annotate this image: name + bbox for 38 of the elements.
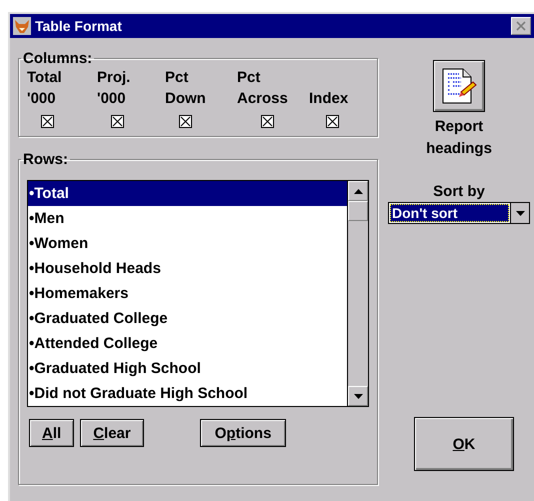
column-label: Total '000 bbox=[27, 68, 62, 109]
list-item[interactable]: •Men bbox=[28, 206, 347, 231]
push-button[interactable]: All bbox=[29, 419, 74, 447]
scrollbar[interactable] bbox=[347, 181, 368, 406]
group-label: Rows: bbox=[22, 151, 69, 168]
list-item[interactable]: •Household Heads bbox=[28, 256, 347, 281]
dropdown-arrow-icon bbox=[516, 210, 524, 216]
sort-label: Sort by bbox=[433, 182, 485, 202]
list-item[interactable]: •Homemakers bbox=[28, 281, 347, 306]
report-headings-button[interactable] bbox=[433, 60, 485, 112]
close-icon bbox=[516, 21, 526, 31]
list-item[interactable]: •Total bbox=[28, 181, 347, 206]
column-label: Index bbox=[309, 89, 348, 109]
ok-button[interactable]: OK bbox=[414, 417, 514, 471]
checkbox[interactable] bbox=[41, 115, 54, 128]
list-item[interactable]: •Women bbox=[28, 231, 347, 256]
up-arrow-icon bbox=[354, 188, 362, 194]
window-title: Table Format bbox=[35, 18, 123, 34]
checkbox[interactable] bbox=[261, 115, 274, 128]
column-label: Proj. '000 bbox=[97, 68, 130, 109]
list-item[interactable]: •Attended College bbox=[28, 331, 347, 356]
list-item[interactable]: •Graduated College bbox=[28, 306, 347, 331]
scroll-thumb[interactable] bbox=[348, 201, 368, 221]
sort-dropdown[interactable]: Don't sort bbox=[388, 202, 530, 224]
list-item[interactable]: •Did not Graduate High School bbox=[28, 381, 347, 406]
column-label: Pct Across bbox=[237, 68, 288, 109]
checkbox[interactable] bbox=[326, 115, 339, 128]
checkbox[interactable] bbox=[179, 115, 192, 128]
checkbox[interactable] bbox=[111, 115, 124, 128]
group-label: Columns: bbox=[22, 50, 94, 67]
button-caption: Report headings bbox=[425, 117, 493, 159]
column-label: Pct Down bbox=[165, 68, 206, 109]
down-arrow-icon bbox=[354, 394, 362, 398]
push-button[interactable]: Clear bbox=[80, 419, 144, 447]
list-item[interactable]: •Graduated High School bbox=[28, 356, 347, 381]
push-button[interactable]: Options bbox=[200, 419, 286, 447]
close-button[interactable] bbox=[511, 17, 531, 35]
fox-icon bbox=[13, 17, 31, 35]
